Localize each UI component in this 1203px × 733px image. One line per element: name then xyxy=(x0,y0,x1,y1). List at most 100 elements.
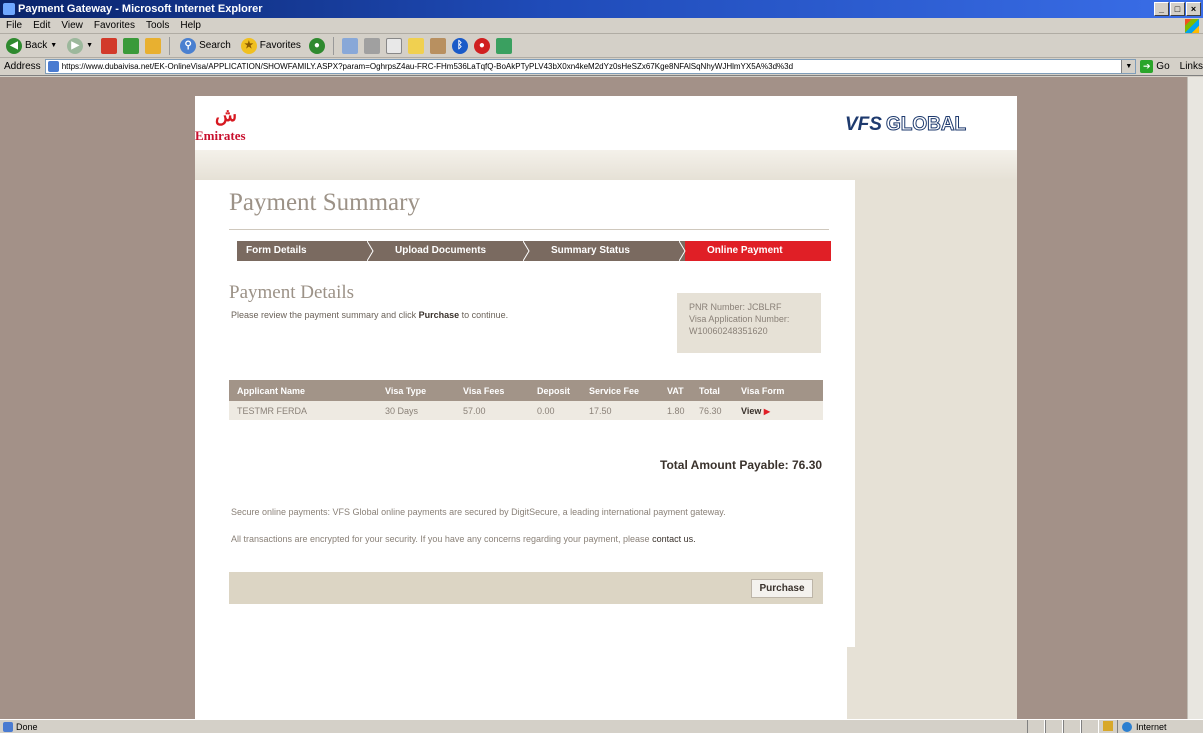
total-amount-payable: Total Amount Payable: 76.30 xyxy=(660,458,823,472)
purchase-bar: Purchase xyxy=(229,572,823,604)
contact-us-link[interactable]: contact us. xyxy=(652,534,696,544)
page-title: Payment Summary xyxy=(229,189,420,216)
bluetooth-icon[interactable]: ᛒ xyxy=(451,37,468,54)
column-header: Visa Fees xyxy=(455,380,529,401)
column-header: Deposit xyxy=(529,380,581,401)
favorites-button[interactable]: ★ Favorites xyxy=(239,36,303,56)
close-button[interactable]: × xyxy=(1186,2,1201,16)
column-header: Service Fee xyxy=(581,380,659,401)
back-arrow-icon: ◀ xyxy=(6,37,22,54)
menu-help[interactable]: Help xyxy=(180,20,201,31)
visa-application-number: W10060248351620 xyxy=(689,326,768,336)
instructions-text: Please review the payment summary and cl… xyxy=(231,310,508,320)
step-online-payment: Online Payment xyxy=(685,241,831,261)
right-side-panel-lower xyxy=(847,647,1017,719)
folder-icon[interactable] xyxy=(407,37,424,54)
research-icon[interactable] xyxy=(429,37,446,54)
ie-icon xyxy=(3,3,15,15)
back-button[interactable]: ◀ Back ▼ xyxy=(4,36,59,56)
column-header: Visa Form xyxy=(733,380,823,401)
step-form-details: Form Details xyxy=(237,241,374,261)
window-title-bar[interactable]: Payment Gateway - Microsoft Internet Exp… xyxy=(0,0,1203,18)
go-arrow-icon: ➔ xyxy=(1140,60,1154,73)
lock-icon[interactable] xyxy=(1103,721,1113,731)
address-dropdown-icon[interactable]: ▼ xyxy=(1121,60,1136,73)
section-title: Payment Details xyxy=(229,282,355,303)
vat: 1.80 xyxy=(659,401,691,420)
address-url: https://www.dubaivisa.net/EK-OnlineVisa/… xyxy=(61,62,794,71)
pnr-number: PNR Number: JCBLRF xyxy=(689,302,782,312)
table-header-row: Applicant Name Visa Type Visa Fees Depos… xyxy=(229,380,823,401)
menu-favorites[interactable]: Favorites xyxy=(94,20,135,31)
security-zone[interactable]: Internet xyxy=(1117,720,1203,733)
search-button[interactable]: ⚲ Search xyxy=(178,36,233,56)
page-done-icon xyxy=(3,721,13,732)
home-icon[interactable] xyxy=(145,37,162,54)
step-label: Upload Documents xyxy=(395,245,487,256)
encrypted-transactions-text: All transactions are encrypted for your … xyxy=(231,534,696,544)
title-divider xyxy=(229,229,829,230)
status-cell xyxy=(1081,720,1099,733)
minimize-button[interactable]: _ xyxy=(1154,2,1169,16)
view-visa-form-link[interactable]: View ▶ xyxy=(733,401,823,420)
menu-edit[interactable]: Edit xyxy=(33,20,50,31)
globe-icon xyxy=(1122,722,1132,732)
step-upload-documents: Upload Documents xyxy=(373,241,530,261)
mail-icon[interactable] xyxy=(341,37,358,54)
visa-type: 30 Days xyxy=(377,401,455,420)
column-header: Total xyxy=(691,380,733,401)
menu-tools[interactable]: Tools xyxy=(146,20,169,31)
media-icon[interactable]: ● xyxy=(308,37,325,54)
step-label: Form Details xyxy=(246,245,307,256)
vfs-global-logo[interactable]: VFS GLOBAL xyxy=(845,114,967,136)
applicant-name: TESTMR FERDA xyxy=(229,401,377,420)
page-icon xyxy=(47,61,59,72)
purchase-button[interactable]: Purchase xyxy=(751,579,813,598)
column-header: Applicant Name xyxy=(229,380,377,401)
forward-button[interactable]: ▶ ▼ xyxy=(65,36,95,56)
stop-icon[interactable] xyxy=(101,37,118,54)
header-band xyxy=(195,150,1017,180)
visa-application-label: Visa Application Number: xyxy=(689,314,790,324)
step-chevron-icon xyxy=(523,241,530,261)
back-dropdown-icon[interactable]: ▼ xyxy=(50,42,57,49)
web-page: ش Emirates VFS GLOBAL Payment Summary For… xyxy=(195,96,1017,719)
edit-icon[interactable] xyxy=(385,37,402,54)
step-chevron-icon xyxy=(367,241,374,261)
forward-dropdown-icon[interactable]: ▼ xyxy=(86,42,93,49)
deposit: 0.00 xyxy=(529,401,581,420)
status-cells: Internet xyxy=(1027,720,1203,733)
links-button[interactable]: Links xyxy=(1180,61,1203,72)
emirates-emblem: ش xyxy=(215,105,237,125)
browser-viewport: ش Emirates VFS GLOBAL Payment Summary For… xyxy=(0,77,1203,719)
toolbar-separator xyxy=(332,36,334,55)
instructions-after: to continue. xyxy=(459,310,509,320)
messenger-icon[interactable]: ● xyxy=(473,37,490,54)
column-header: VAT xyxy=(659,380,691,401)
emirates-logo[interactable]: ش Emirates xyxy=(195,104,255,146)
favorites-label: Favorites xyxy=(259,40,301,51)
search-label: Search xyxy=(199,40,231,51)
right-side-panel xyxy=(855,180,1017,660)
instructions-before: Please review the payment summary and cl… xyxy=(231,310,419,320)
applicants-table: Applicant Name Visa Type Visa Fees Depos… xyxy=(229,380,823,420)
menu-file[interactable]: File xyxy=(6,20,22,31)
step-label: Summary Status xyxy=(551,245,630,256)
address-input[interactable]: https://www.dubaivisa.net/EK-OnlineVisa/… xyxy=(44,59,1137,74)
menu-view[interactable]: View xyxy=(61,20,83,31)
column-header: Visa Type xyxy=(377,380,455,401)
step-chevron-icon xyxy=(679,241,686,261)
pnr-info-box: PNR Number: JCBLRF Visa Application Numb… xyxy=(677,293,821,353)
back-label: Back xyxy=(25,40,48,51)
search-icon: ⚲ xyxy=(180,37,197,54)
window-title: Payment Gateway - Microsoft Internet Exp… xyxy=(18,3,263,15)
site-header: ش Emirates VFS GLOBAL xyxy=(195,96,1017,150)
vertical-scrollbar[interactable] xyxy=(1187,77,1203,719)
refresh-icon[interactable] xyxy=(123,37,140,54)
print-icon[interactable] xyxy=(363,37,380,54)
addon-icon[interactable] xyxy=(495,37,512,54)
maximize-button[interactable]: □ xyxy=(1170,2,1185,16)
go-button[interactable]: ➔ Go xyxy=(1140,60,1170,73)
visa-fees: 57.00 xyxy=(455,401,529,420)
status-text: Done xyxy=(16,721,38,732)
